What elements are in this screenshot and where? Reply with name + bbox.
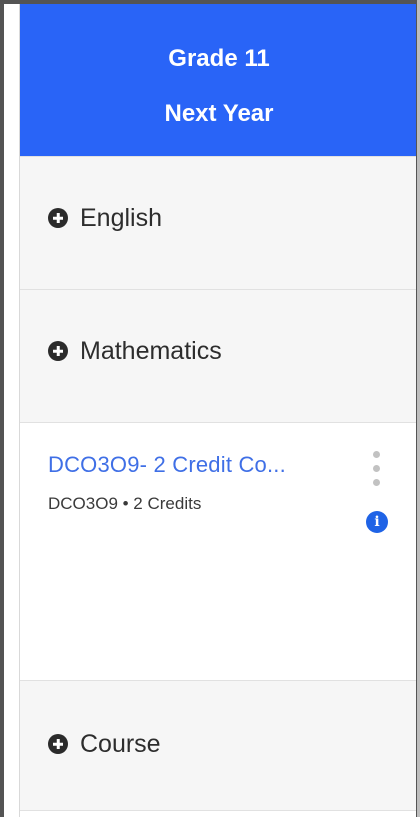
course-code-credits: DCO3O9 • 2 Credits <box>48 494 202 513</box>
planner-column: Grade 11 Next Year English Mathematics D… <box>0 0 420 817</box>
mathematics-section: Mathematics <box>20 289 416 422</box>
course-label: Course <box>80 730 161 758</box>
add-english-button[interactable]: English <box>48 203 162 233</box>
info-icon[interactable]: i <box>366 511 388 533</box>
course-title-link[interactable]: DCO3O9- 2 Credit Co... <box>48 451 358 479</box>
bottom-divider <box>20 810 416 817</box>
plus-circle-icon <box>48 734 68 754</box>
add-course-button[interactable]: Course <box>48 729 161 759</box>
grade-title: Grade 11 <box>168 45 270 72</box>
plus-circle-icon <box>48 208 68 228</box>
year-subtitle: Next Year <box>164 100 274 127</box>
more-options-icon[interactable] <box>368 451 384 491</box>
grade-header: Grade 11 Next Year <box>20 4 416 156</box>
english-section: English <box>20 156 416 289</box>
left-gutter <box>4 4 20 817</box>
add-mathematics-button[interactable]: Mathematics <box>48 336 222 366</box>
course-card[interactable]: DCO3O9- 2 Credit Co... DCO3O9 • 2 Credit… <box>20 422 416 680</box>
mathematics-label: Mathematics <box>80 337 222 365</box>
english-label: English <box>80 204 162 232</box>
course-section: Course <box>20 680 416 810</box>
plus-circle-icon <box>48 341 68 361</box>
